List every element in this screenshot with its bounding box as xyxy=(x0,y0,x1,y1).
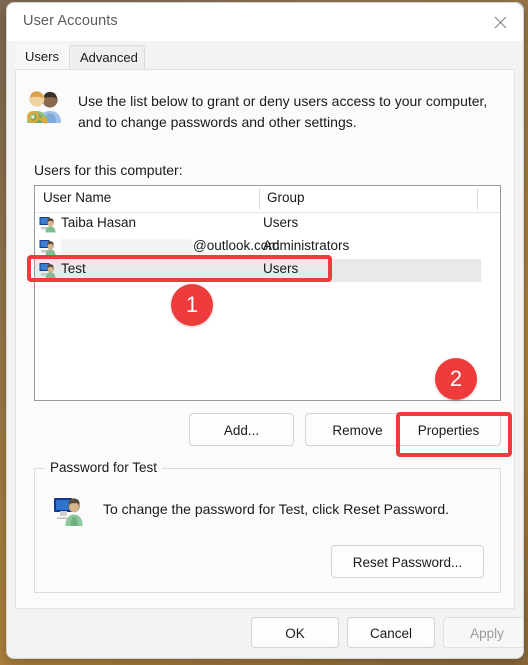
screenshot-root: User Accounts Users Advanced Use the lis… xyxy=(0,0,528,665)
user-account-icon xyxy=(39,240,56,256)
intro-row: Use the list below to grant or deny user… xyxy=(24,90,504,133)
row-group: Administrators xyxy=(263,238,350,253)
tab-advanced[interactable]: Advanced xyxy=(69,45,145,69)
properties-button[interactable]: Properties xyxy=(396,413,501,446)
password-group-title: Password for Test xyxy=(45,460,163,475)
row-username: Taiba Hasan xyxy=(61,215,137,230)
tab-strip: Users Advanced xyxy=(7,41,523,69)
redacted-username xyxy=(61,239,193,256)
users-listview[interactable]: User Name Group Taiba Hasan Users @outlo… xyxy=(34,185,501,401)
remove-button[interactable]: Remove xyxy=(305,413,410,446)
users-tab-panel: Use the list below to grant or deny user… xyxy=(15,69,515,609)
window-title: User Accounts xyxy=(23,13,118,29)
listview-header: User Name Group xyxy=(35,186,500,213)
column-divider-1[interactable] xyxy=(259,188,260,210)
column-divider-2[interactable] xyxy=(477,188,478,210)
tab-users-label: Users xyxy=(25,49,59,64)
close-icon xyxy=(494,16,506,28)
password-info-text: To change the password for Test, click R… xyxy=(103,501,450,517)
close-button[interactable] xyxy=(477,3,523,41)
title-bar: User Accounts xyxy=(7,3,523,41)
intro-text: Use the list below to grant or deny user… xyxy=(78,93,488,130)
add-button[interactable]: Add... xyxy=(189,413,294,446)
ok-button[interactable]: OK xyxy=(251,617,339,648)
cancel-button[interactable]: Cancel xyxy=(347,617,435,648)
users-key-icon xyxy=(26,91,61,124)
user-account-icon xyxy=(39,263,56,279)
list-label: Users for this computer: xyxy=(34,162,183,178)
row-username: Test xyxy=(61,261,86,276)
dialog-footer: OK Cancel Apply xyxy=(7,609,523,658)
table-row[interactable]: @outlook.com Administrators xyxy=(35,236,500,259)
table-row[interactable]: Taiba Hasan Users xyxy=(35,213,500,236)
apply-button[interactable]: Apply xyxy=(443,617,523,648)
column-header-username[interactable]: User Name xyxy=(43,190,111,205)
table-row[interactable]: Test Users xyxy=(35,259,500,282)
user-account-icon xyxy=(39,217,56,233)
list-action-buttons: Add... Remove Properties xyxy=(34,413,501,446)
tab-users[interactable]: Users xyxy=(15,45,69,69)
password-info-row: To change the password for Test, click R… xyxy=(53,495,449,527)
column-header-group[interactable]: Group xyxy=(267,190,305,205)
user-accounts-window: User Accounts Users Advanced Use the lis… xyxy=(6,2,524,659)
row-group: Users xyxy=(263,261,299,276)
user-monitor-icon xyxy=(54,498,83,526)
row-group: Users xyxy=(263,215,299,230)
row-selection-highlight xyxy=(35,259,481,282)
reset-password-button[interactable]: Reset Password... xyxy=(331,545,484,578)
password-group-box: Password for Test To change the password… xyxy=(34,460,501,593)
tab-advanced-label: Advanced xyxy=(80,50,138,65)
